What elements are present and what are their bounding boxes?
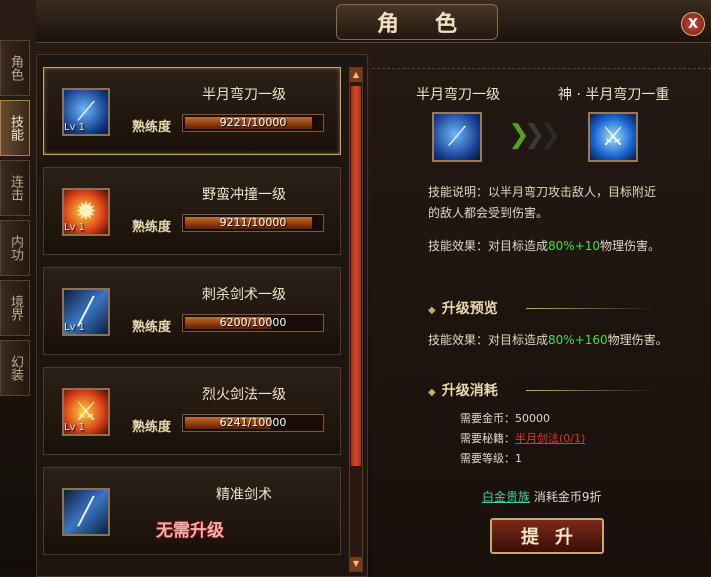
proficiency-value: 6241/10000 — [219, 416, 287, 429]
tab-inner-power[interactable]: 内功 — [0, 220, 30, 276]
cost-gold: 需要金币：50000 — [460, 410, 550, 426]
skill-level: Lv 1 — [64, 122, 86, 133]
preview-effect: 技能效果：对目标造成80%+160物理伤害。 — [428, 330, 668, 351]
vip-link[interactable]: 白金贵族 — [482, 490, 530, 504]
effect-suffix: 物理伤害。 — [600, 239, 661, 253]
detail-border — [372, 54, 711, 69]
description-label: 技能说明： — [428, 185, 489, 199]
tab-character[interactable]: 角色 — [0, 40, 30, 96]
skill-name: 野蛮冲撞一级 — [202, 187, 286, 203]
skill-card[interactable]: ✹ Lv 1 野蛮冲撞一级 熟练度 9211/10000 — [43, 167, 341, 255]
proficiency-label: 熟练度 — [132, 120, 172, 135]
proficiency-value: 9211/10000 — [219, 216, 287, 229]
skill-level: Lv 1 — [64, 322, 86, 333]
skill-name: 刺杀剑术一级 — [202, 287, 286, 303]
level-label: 需要等级： — [460, 452, 515, 465]
diamond-icon: ◆ — [428, 305, 436, 316]
diamond-icon: ◆ — [428, 387, 436, 398]
proficiency-label: 熟练度 — [132, 320, 172, 335]
gold-label: 需要金币： — [460, 412, 515, 425]
scroll-down-icon[interactable]: ▼ — [350, 557, 362, 571]
proficiency-bar: 9221/10000 — [182, 114, 324, 132]
side-tabs: 角色 技能 连击 内功 境界 幻装 — [0, 40, 30, 400]
current-skill-name: 半月弯刀一级 — [416, 87, 500, 103]
proficiency-value: 6200/10000 — [219, 316, 287, 329]
proficiency-bar: 6241/10000 — [182, 414, 324, 432]
scroll-thumb[interactable] — [351, 86, 361, 466]
upgrade-preview-header: ◆ 升级预览 — [428, 298, 688, 318]
effect-label: 技能效果： — [428, 239, 489, 253]
tab-skills[interactable]: 技能 — [0, 100, 30, 156]
skill-card[interactable]: ⟋ Lv 1 半月弯刀一级 熟练度 9221/10000 — [43, 67, 341, 155]
skill-name: 精准剑术 — [216, 487, 272, 503]
effect-prefix: 对目标造成 — [488, 239, 549, 253]
proficiency-value: 9221/10000 — [219, 116, 287, 129]
upgrade-cost-header: ◆ 升级消耗 — [428, 380, 688, 400]
tab-combo[interactable]: 连击 — [0, 160, 30, 216]
skill-name: 半月弯刀一级 — [202, 87, 286, 103]
skill-level: Lv 1 — [64, 422, 86, 433]
skill-card[interactable]: ⚔ Lv 1 烈火剑法一级 熟练度 6241/10000 — [43, 367, 341, 455]
cost-level: 需要等级：1 — [460, 450, 522, 466]
skill-name: 烈火剑法一级 — [202, 387, 286, 403]
skill-list-scrollbar[interactable]: ▲ ▼ — [349, 67, 363, 572]
divine-crescent-blade-icon: ⚔ — [588, 112, 638, 162]
preview-suffix: 物理伤害。 — [607, 333, 668, 347]
scroll-up-icon[interactable]: ▲ — [350, 68, 362, 82]
proficiency-label: 熟练度 — [132, 420, 172, 435]
skill-window: 角色 X 角色 技能 连击 内功 境界 幻装 ⟋ Lv 1 半月弯刀一级 熟练度… — [0, 0, 711, 577]
preview-value: 80%+160 — [548, 333, 608, 347]
section-title: 升级消耗 — [441, 383, 498, 399]
skill-list: ⟋ Lv 1 半月弯刀一级 熟练度 9221/10000 ✹ Lv 1 野蛮冲撞… — [36, 54, 368, 577]
skill-card[interactable]: ╱ 精准剑术 无需升级 — [43, 467, 341, 555]
proficiency-label: 熟练度 — [132, 220, 172, 235]
next-skill-name: 神 · 半月弯刀一重 — [558, 87, 670, 103]
skill-effect: 技能效果：对目标造成80%+10物理伤害。 — [428, 236, 668, 257]
no-upgrade-label: 无需升级 — [156, 521, 224, 541]
preview-label: 技能效果： — [428, 333, 489, 347]
section-divider — [526, 390, 656, 391]
precision-sword-icon: ╱ — [62, 488, 110, 536]
skill-card[interactable]: ╱ Lv 1 刺杀剑术一级 熟练度 6200/10000 — [43, 267, 341, 355]
book-link[interactable]: 半月剑法(0/1) — [515, 432, 585, 445]
proficiency-bar: 6200/10000 — [182, 314, 324, 332]
crescent-blade-icon: ⟋ — [432, 112, 482, 162]
proficiency-bar: 9211/10000 — [182, 214, 324, 232]
upgrade-button[interactable]: 提升 — [490, 518, 604, 554]
section-title: 升级预览 — [441, 301, 498, 317]
window-title: 角色 — [336, 4, 498, 40]
tab-realm[interactable]: 境界 — [0, 280, 30, 336]
close-button[interactable]: X — [681, 12, 705, 36]
vip-text: 消耗金币9折 — [533, 490, 602, 504]
preview-prefix: 对目标造成 — [488, 333, 549, 347]
skill-level: Lv 1 — [64, 222, 86, 233]
tab-phantom-gear[interactable]: 幻装 — [0, 340, 30, 396]
title-bar: 角色 X — [36, 0, 711, 43]
skill-description: 技能说明：以半月弯刀攻击敌人，目标附近的敌人都会受到伤害。 — [428, 182, 668, 224]
effect-value: 80%+10 — [548, 239, 601, 253]
level-value: 1 — [515, 452, 522, 465]
upgrade-arrow-icon: ❯❯❯ — [508, 120, 561, 150]
gold-value: 50000 — [515, 412, 550, 425]
book-label: 需要秘籍： — [460, 432, 515, 445]
cost-book: 需要秘籍：半月剑法(0/1) — [460, 430, 585, 446]
skill-detail-panel: 半月弯刀一级 神 · 半月弯刀一重 ⟋ ❯❯❯ ⚔ 技能说明：以半月弯刀攻击敌人… — [372, 54, 711, 575]
section-divider — [526, 308, 656, 309]
vip-discount: 白金贵族 消耗金币9折 — [482, 488, 601, 505]
